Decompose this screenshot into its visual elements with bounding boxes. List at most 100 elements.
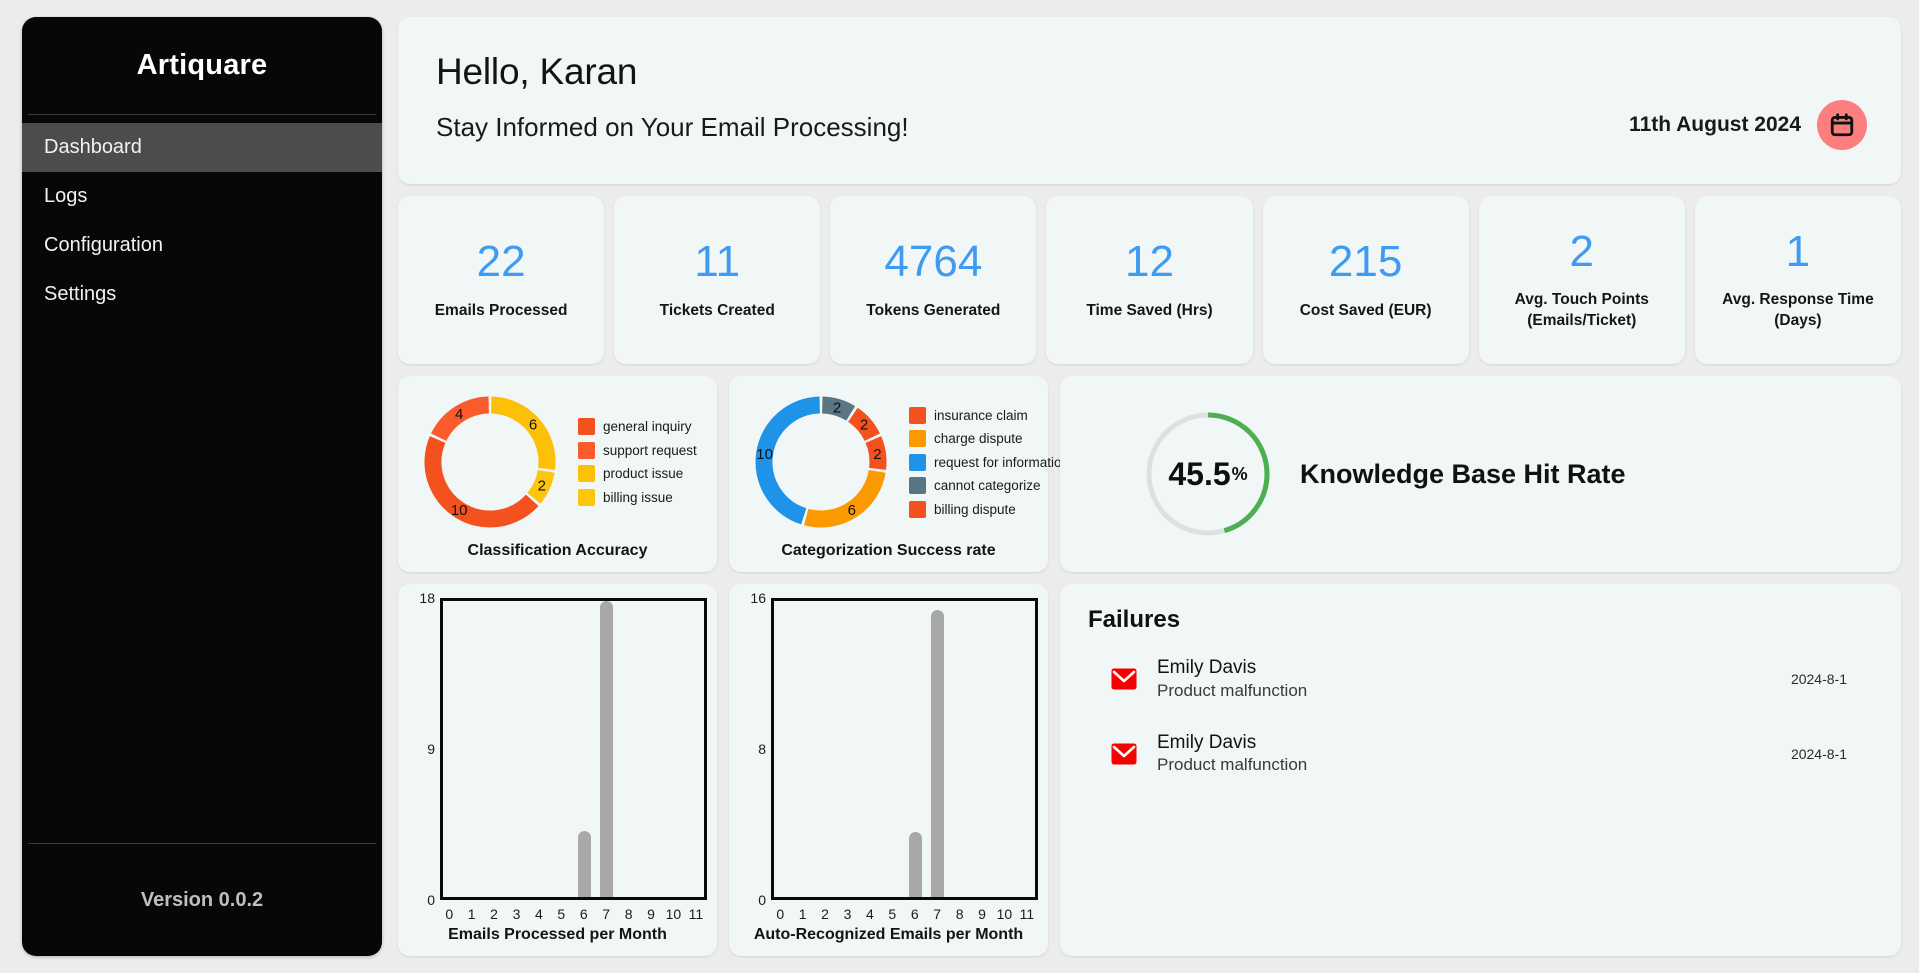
bar-slot	[661, 601, 683, 897]
legend-color-swatch	[578, 465, 595, 483]
donut-chart-categorization: 2 2 2 6 10	[741, 386, 901, 538]
y-axis: 0 9 18	[410, 590, 440, 908]
bar-slot	[796, 601, 818, 897]
donut-segment-value: 10	[451, 502, 468, 519]
donut-segment-value: 6	[848, 502, 856, 519]
x-axis: 0 1 2 3 4 5 6 7 8 9 10 11	[739, 906, 1038, 922]
bar-slot	[905, 601, 927, 897]
sidebar-item-label: Configuration	[44, 234, 163, 256]
x-axis-tick: 5	[557, 906, 566, 922]
legend-item[interactable]: cannot categorize	[909, 477, 1069, 494]
kpi-label: Tokens Generated	[866, 301, 1001, 319]
legend-item[interactable]: product issue	[578, 465, 705, 483]
legend-label: cannot categorize	[934, 478, 1041, 493]
x-axis-tick: 0	[776, 906, 785, 922]
x-axis-tick: 10	[996, 906, 1013, 922]
legend-color-swatch	[578, 441, 595, 459]
legend-label: billing issue	[603, 489, 673, 505]
plot-area	[771, 598, 1038, 900]
sidebar-item-dashboard[interactable]: Dashboard	[22, 123, 382, 172]
bar-slot	[1013, 601, 1035, 897]
bar-slot	[883, 601, 905, 897]
x-axis-tick: 2	[490, 906, 498, 922]
bar-slot	[508, 601, 530, 897]
sidebar-item-configuration[interactable]: Configuration	[22, 221, 382, 270]
legend-label: charge dispute	[934, 431, 1023, 446]
gauge-value: 45.5	[1168, 455, 1231, 492]
plot-area	[440, 598, 707, 900]
bar-slot	[970, 601, 992, 897]
legend-item[interactable]: billing dispute	[909, 500, 1069, 518]
kpi-value: 22	[476, 237, 526, 287]
donut-svg: 222610	[755, 396, 887, 528]
plot-area-wrapper: 0 8 16	[739, 590, 1038, 908]
bar-slot	[861, 601, 883, 897]
y-axis-tick: 9	[427, 741, 435, 757]
email-icon	[1110, 668, 1138, 690]
page-header: Hello, Karan Stay Informed on Your Email…	[398, 17, 1901, 184]
x-axis-tick: 5	[888, 906, 897, 922]
donut-segment	[431, 396, 490, 442]
header-text-block: Hello, Karan Stay Informed on Your Email…	[436, 51, 909, 184]
kpi-label: Avg. Response Time (Days)	[1722, 291, 1874, 330]
categorization-success-card: 2 2 2 6 10 insurance claim charge dispute requ…	[729, 376, 1069, 572]
legend-item[interactable]: insurance claim	[909, 406, 1069, 424]
legend-item[interactable]: support request	[578, 441, 705, 459]
bottom-row: 0 9 18 0 1 2 3 4 5 6 7 8 9 10 11 Emails Processed per…	[398, 584, 1901, 956]
x-axis-tick: 1	[798, 906, 807, 922]
kpi-card-avg-touch-points: 2 Avg. Touch Points (Emails/Ticket)	[1478, 196, 1685, 364]
legend-color-swatch	[909, 430, 926, 447]
failure-date: 2024-8-1	[1790, 746, 1847, 763]
x-axis-tick: 6	[910, 906, 919, 922]
y-axis: 0 8 16	[741, 590, 771, 908]
kpi-label: Cost Saved (EUR)	[1299, 301, 1432, 319]
sidebar: Artiquare Dashboard Logs Configuration S…	[22, 17, 382, 956]
legend-item[interactable]: billing issue	[578, 488, 705, 506]
kpi-value: 12	[1125, 237, 1174, 287]
donut-body: 6 2 10 4 general inquiry support request prod…	[410, 386, 705, 538]
x-axis-tick: 7	[933, 906, 942, 922]
calendar-icon	[1830, 112, 1854, 136]
sidebar-nav: Dashboard Logs Configuration Settings	[22, 115, 382, 319]
bar-slot	[948, 601, 970, 897]
kpi-label: Tickets Created	[659, 301, 775, 319]
legend-item[interactable]: general inquiry	[578, 418, 705, 436]
legend-label: insurance claim	[934, 407, 1028, 423]
y-axis-tick: 0	[427, 892, 435, 908]
donut-segment	[803, 469, 886, 528]
kpi-label: Avg. Touch Points (Emails/Ticket)	[1514, 291, 1649, 330]
bar-slot	[926, 601, 948, 897]
failure-list-item[interactable]: Emily Davis Product malfunction 2024-8-1	[1088, 642, 1873, 717]
bar-slot	[465, 601, 487, 897]
donut-segment	[424, 436, 539, 528]
failure-sender-name: Emily Davis	[1157, 731, 1257, 753]
x-axis-tick: 4	[866, 906, 874, 922]
legend-item[interactable]: charge dispute	[909, 430, 1069, 447]
kpi-card-avg-response-time: 1 Avg. Response Time (Days)	[1694, 196, 1901, 364]
failure-list-item[interactable]: Emily Davis Product malfunction 2024-8-1	[1088, 717, 1873, 792]
sidebar-item-logs[interactable]: Logs	[22, 172, 382, 221]
x-axis-tick: 9	[978, 906, 986, 922]
bar-slot	[992, 601, 1014, 897]
failure-info: Emily Davis Product malfunction	[1138, 731, 1791, 778]
bar-slot	[682, 601, 704, 897]
sidebar-item-settings[interactable]: Settings	[22, 270, 382, 319]
calendar-button[interactable]	[1817, 99, 1867, 150]
bar-slot	[774, 601, 796, 897]
bar	[930, 610, 944, 897]
app-root: Artiquare Dashboard Logs Configuration S…	[0, 0, 1919, 973]
x-axis-tick: 11	[1019, 906, 1035, 922]
donut-segment-value: 6	[529, 417, 537, 434]
legend-item[interactable]: request for information	[909, 453, 1069, 471]
chart-title: Classification Accuracy	[467, 542, 648, 559]
bar-series	[443, 601, 704, 897]
kpi-value: 2	[1569, 226, 1595, 276]
donut-body: 2 2 2 6 10 insurance claim charge dispute requ…	[741, 386, 1069, 538]
bar-slot	[839, 601, 861, 897]
x-axis-tick: 6	[579, 906, 588, 922]
kb-title: Knowledge Base Hit Rate	[1300, 458, 1626, 489]
legend-color-swatch	[909, 477, 926, 494]
gauge-label: 45.5 %	[1142, 408, 1274, 540]
kpi-value: 215	[1328, 237, 1403, 287]
